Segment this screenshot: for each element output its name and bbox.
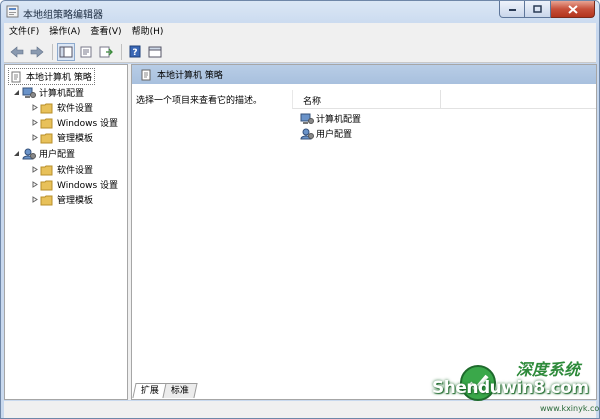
folder-icon (40, 103, 53, 113)
description-text: 选择一个项目来查看它的描述。 (136, 96, 263, 106)
tree-item-computer-admin-templates[interactable]: 管理模板 (30, 130, 93, 145)
svg-text:?: ? (132, 48, 137, 58)
tree-item-label: 管理模板 (57, 196, 94, 206)
console-tree-pane[interactable]: 本地计算机 策略 计算机配置 软件设置 Windows 设置 管理模板 用户配置 (4, 64, 128, 400)
tree-item-label: 管理模板 (57, 134, 94, 144)
close-icon (567, 4, 578, 14)
caption-buttons (499, 1, 595, 19)
tree-item-user-windows-settings[interactable]: Windows 设置 (30, 177, 118, 192)
policy-editor-icon (6, 5, 19, 18)
watermark: 深度系统 Shenduwin8.com www.kxinyk.com (418, 352, 600, 419)
column-header-label: 名称 (303, 97, 322, 107)
collapsed-triangle-icon[interactable] (30, 119, 38, 127)
maximize-icon (533, 5, 542, 13)
tree-item-user-config[interactable]: 用户配置 (12, 146, 75, 161)
watermark-text: Shenduwin8.com (432, 378, 589, 398)
list-item[interactable]: 计算机配置 (300, 111, 361, 126)
column-header-name[interactable]: 名称 (292, 90, 596, 109)
tree-item-computer-software-settings[interactable]: 软件设置 (30, 100, 93, 115)
properties-button[interactable] (77, 43, 95, 61)
computer-config-icon (300, 113, 314, 124)
details-pane-header: 本地计算机 策略 (132, 65, 596, 84)
minimize-button[interactable] (499, 1, 525, 18)
menu-file[interactable]: 文件(F) (4, 23, 44, 41)
menu-view[interactable]: 查看(V) (85, 23, 126, 41)
tree-item-label: Windows 设置 (57, 181, 119, 191)
menu-bar: 文件(F) 操作(A) 查看(V) 帮助(H) (4, 23, 596, 41)
tree-item-user-admin-templates[interactable]: 管理模板 (30, 192, 93, 207)
details-pane-title: 本地计算机 策略 (157, 71, 223, 81)
item-list[interactable]: 名称 计算机配置 用户配置 (292, 84, 596, 380)
tree-item-label: 软件设置 (57, 166, 94, 176)
menu-action[interactable]: 操作(A) (44, 23, 85, 41)
close-button[interactable] (551, 1, 595, 18)
tree-item-label: 软件设置 (57, 104, 94, 114)
export-list-icon (99, 46, 113, 57)
help-icon: ? (129, 45, 141, 58)
collapsed-triangle-icon[interactable] (30, 181, 38, 189)
tree-item-label: 本地计算机 策略 (26, 73, 92, 83)
expanded-triangle-icon[interactable] (12, 150, 20, 158)
collapsed-triangle-icon[interactable] (30, 196, 38, 204)
window-title: 本地组策略编辑器 (23, 10, 103, 21)
minimize-icon (508, 9, 516, 11)
policy-document-icon (11, 71, 21, 82)
folder-icon (40, 195, 53, 205)
policy-document-icon (141, 69, 151, 80)
tree-item-local-computer-policy[interactable]: 本地计算机 策略 (8, 68, 95, 85)
folder-icon (40, 118, 53, 128)
watermark-url: www.kxinyk.com (540, 404, 600, 413)
computer-config-icon (22, 87, 36, 98)
collapsed-triangle-icon[interactable] (30, 104, 38, 112)
expanded-triangle-icon[interactable] (12, 89, 20, 97)
collapsed-triangle-icon[interactable] (30, 134, 38, 142)
tree-item-label: 计算机配置 (39, 89, 85, 99)
tab-label: 标准 (170, 386, 189, 396)
tree-item-label: Windows 设置 (57, 119, 119, 129)
folder-icon (40, 180, 53, 190)
details-pane: 本地计算机 策略 选择一个项目来查看它的描述。 名称 计算机配置 用户配置 扩展… (131, 64, 597, 400)
user-config-icon (22, 148, 36, 159)
column-divider[interactable] (440, 90, 441, 108)
tree-item-computer-config[interactable]: 计算机配置 (12, 85, 84, 100)
action-pane-icon (148, 46, 162, 57)
list-item[interactable]: 用户配置 (300, 126, 352, 141)
user-config-icon (300, 128, 314, 139)
view-tabs: 扩展 标准 (132, 382, 198, 398)
toolbar-separator (52, 43, 53, 60)
properties-icon (80, 46, 92, 57)
maximize-button[interactable] (525, 1, 551, 18)
toolbar-separator (121, 43, 122, 60)
show-hide-action-pane-button[interactable] (146, 43, 164, 61)
title-bar[interactable]: 本地组策略编辑器 (1, 1, 599, 23)
folder-icon (40, 165, 53, 175)
tree-item-user-software-settings[interactable]: 软件设置 (30, 162, 93, 177)
tab-standard[interactable]: 标准 (162, 383, 198, 398)
forward-arrow-icon (30, 45, 44, 58)
toolbar: ? (4, 41, 596, 63)
collapsed-triangle-icon[interactable] (30, 166, 38, 174)
back-button[interactable] (8, 43, 26, 61)
back-arrow-icon (10, 45, 24, 58)
menu-help[interactable]: 帮助(H) (127, 23, 169, 41)
list-item-label: 计算机配置 (316, 115, 362, 125)
forward-button[interactable] (28, 43, 46, 61)
show-tree-button[interactable] (57, 42, 75, 61)
help-button[interactable]: ? (126, 43, 144, 61)
console-tree-icon (59, 46, 73, 57)
tree-item-label: 用户配置 (39, 150, 76, 160)
export-list-button[interactable] (97, 43, 115, 61)
list-item-label: 用户配置 (316, 130, 353, 140)
watermark-brand: 深度系统 (516, 360, 581, 379)
tab-label: 扩展 (140, 386, 159, 396)
folder-icon (40, 133, 53, 143)
tree-item-computer-windows-settings[interactable]: Windows 设置 (30, 115, 118, 130)
